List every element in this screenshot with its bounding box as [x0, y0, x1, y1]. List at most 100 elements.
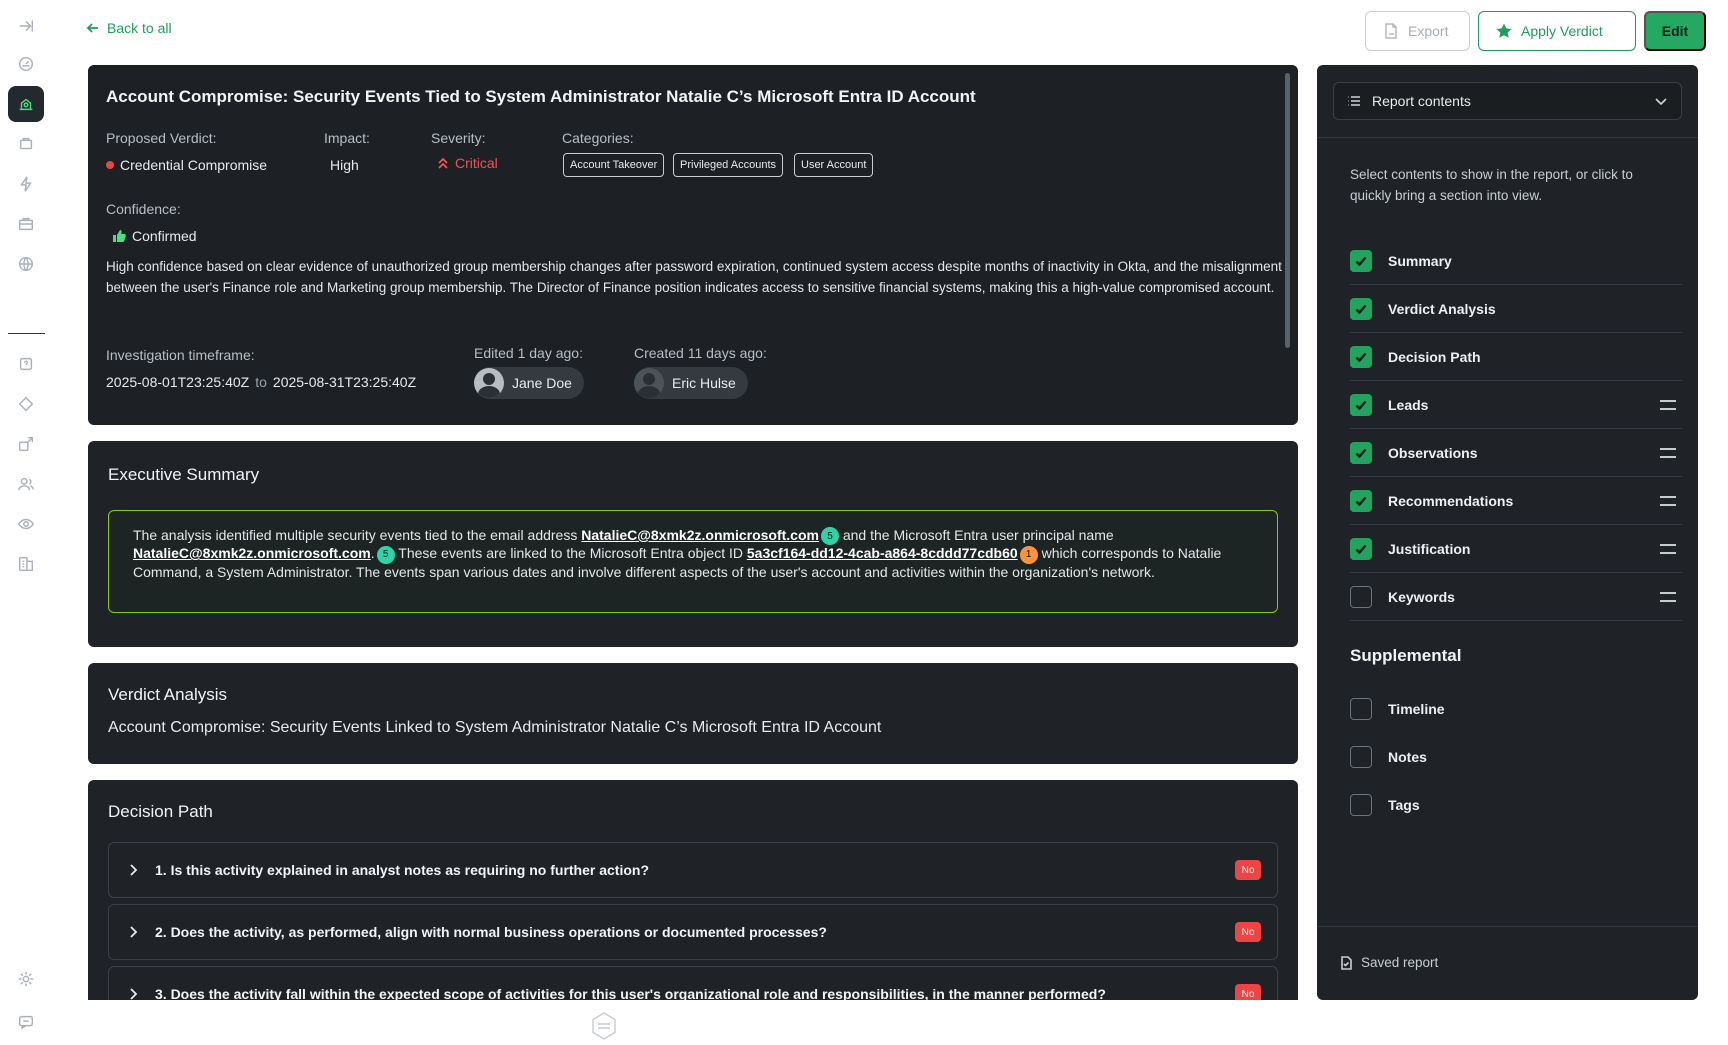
checkbox[interactable] [1350, 345, 1372, 368]
categories-label: Categories: [562, 130, 634, 146]
cases-icon[interactable] [8, 126, 44, 162]
content-option-recommendations[interactable]: Recommendations [1350, 477, 1682, 525]
checkbox[interactable] [1350, 746, 1372, 768]
confidence-text: Confirmed [132, 228, 197, 244]
dashboard-icon[interactable] [8, 46, 44, 82]
checkbox[interactable] [1350, 585, 1372, 608]
content-option-leads[interactable]: Leads [1350, 381, 1682, 429]
checkbox[interactable] [1350, 794, 1372, 816]
eye-icon[interactable] [8, 506, 44, 542]
export-button[interactable]: Export [1365, 11, 1470, 51]
summary-text-part: The analysis identified multiple securit… [133, 527, 582, 543]
decision-question: 2. Does the activity, as performed, alig… [155, 924, 827, 940]
edit-button[interactable]: Edit [1644, 11, 1706, 51]
back-link[interactable]: Back to all [85, 20, 172, 36]
content-option-timeline[interactable]: Timeline [1350, 685, 1682, 733]
checkbox[interactable] [1350, 297, 1372, 320]
summary-text-part: and the Microsoft Entra user principal n… [838, 527, 1114, 543]
impact-label: Impact: [324, 130, 370, 146]
reports-icon[interactable] [8, 546, 44, 582]
drag-handle-icon[interactable] [1660, 591, 1676, 602]
expand-sidebar-icon[interactable] [8, 8, 44, 44]
option-label: Observations [1388, 444, 1478, 461]
option-label: Keywords [1388, 588, 1455, 605]
proposed-verdict-label: Proposed Verdict: [106, 130, 217, 146]
integrations-icon[interactable] [8, 426, 44, 462]
check-icon [1355, 256, 1367, 266]
confidence-value: Confirmed [112, 228, 197, 244]
edited-label: Edited 1 day ago: [474, 345, 583, 361]
answer-badge: No [1235, 860, 1261, 880]
users-icon[interactable] [8, 466, 44, 502]
rail-divider [8, 333, 45, 334]
decision-question: 3. Does the activity fall within the exp… [155, 986, 1106, 1000]
proposed-verdict-text: Credential Compromise [120, 157, 268, 173]
check-icon [1355, 448, 1367, 458]
option-label: Timeline [1388, 701, 1445, 717]
settings-icon[interactable] [8, 961, 44, 997]
thumbs-up-icon [113, 230, 126, 242]
double-chevron-up-icon [438, 157, 448, 169]
content-option-notes[interactable]: Notes [1350, 733, 1682, 781]
decision-path-item[interactable]: 2. Does the activity, as performed, alig… [108, 904, 1278, 960]
decision-path-title: Decision Path [108, 802, 213, 821]
category-chip: User Account [794, 153, 874, 177]
severity-value: Critical [437, 155, 498, 171]
timeframe-value: 2025-08-01T23:25:40Z to 2025-08-31T23:25… [106, 374, 416, 390]
checkbox[interactable] [1350, 393, 1372, 416]
reference-badge[interactable]: 1 [1019, 545, 1038, 564]
created-label: Created 11 days ago: [634, 345, 767, 361]
diamond-icon[interactable] [8, 386, 44, 422]
briefcase-icon[interactable] [8, 206, 44, 242]
checkbox[interactable] [1350, 537, 1372, 560]
chevron-right-icon [130, 926, 138, 938]
panel-divider [1317, 926, 1698, 927]
upn-link[interactable]: NatalieC@8xmk2z.onmicrosoft.com [133, 545, 371, 561]
content-option-tags[interactable]: Tags [1350, 781, 1682, 829]
option-label: Summary [1388, 252, 1452, 269]
email-link[interactable]: NatalieC@8xmk2z.onmicrosoft.com [581, 527, 819, 543]
drag-handle-icon[interactable] [1660, 543, 1676, 554]
reference-badge[interactable]: 5 [376, 545, 395, 564]
check-icon [1355, 496, 1367, 506]
decision-path-item[interactable]: 1. Is this activity explained in analyst… [108, 842, 1278, 898]
chat-icon[interactable] [8, 1004, 44, 1040]
investigations-icon[interactable] [8, 86, 44, 122]
check-icon [1355, 352, 1367, 362]
checkbox[interactable] [1350, 249, 1372, 272]
category-chip: Account Takeover [563, 153, 665, 177]
globe-icon[interactable] [8, 246, 44, 282]
executive-summary-title: Executive Summary [108, 465, 260, 484]
checkbox[interactable] [1350, 698, 1372, 720]
verdict-analysis-title: Verdict Analysis [108, 685, 228, 704]
drag-handle-icon[interactable] [1660, 495, 1676, 506]
option-label: Recommendations [1388, 492, 1514, 509]
help-icon[interactable] [8, 346, 44, 382]
editor-chip[interactable]: Jane Doe [474, 367, 584, 399]
checkbox[interactable] [1350, 441, 1372, 464]
creator-chip[interactable]: Eric Hulse [634, 367, 748, 399]
apply-verdict-button[interactable]: Apply Verdict [1478, 11, 1636, 51]
option-label: Notes [1388, 749, 1427, 765]
checkbox[interactable] [1350, 489, 1372, 512]
panel-divider [1317, 137, 1698, 138]
option-label: Justification [1388, 540, 1471, 557]
drag-handle-icon[interactable] [1660, 399, 1676, 410]
drag-handle-icon[interactable] [1660, 447, 1676, 458]
content-option-observations[interactable]: Observations [1350, 429, 1682, 477]
content-option-keywords[interactable]: Keywords [1350, 573, 1682, 621]
decision-path-item[interactable]: 3. Does the activity fall within the exp… [108, 966, 1278, 1000]
content-option-verdict-analysis[interactable]: Verdict Analysis [1350, 285, 1682, 333]
reference-badge[interactable]: 5 [820, 527, 839, 546]
arrow-left-icon [86, 23, 98, 33]
content-option-summary[interactable]: Summary [1350, 237, 1682, 285]
content-option-decision-path[interactable]: Decision Path [1350, 333, 1682, 381]
lightning-icon[interactable] [8, 166, 44, 202]
scrollbar[interactable] [1285, 73, 1290, 348]
avatar [474, 368, 504, 398]
file-check-icon [1341, 955, 1352, 970]
report-contents-select[interactable]: Report contents [1333, 82, 1682, 120]
object-id-link[interactable]: 5a3cf164-dd12-4cab-a864-8cddd77cdb60 [747, 545, 1018, 561]
content-option-justification[interactable]: Justification [1350, 525, 1682, 573]
saved-report-label: Saved report [1361, 955, 1439, 970]
